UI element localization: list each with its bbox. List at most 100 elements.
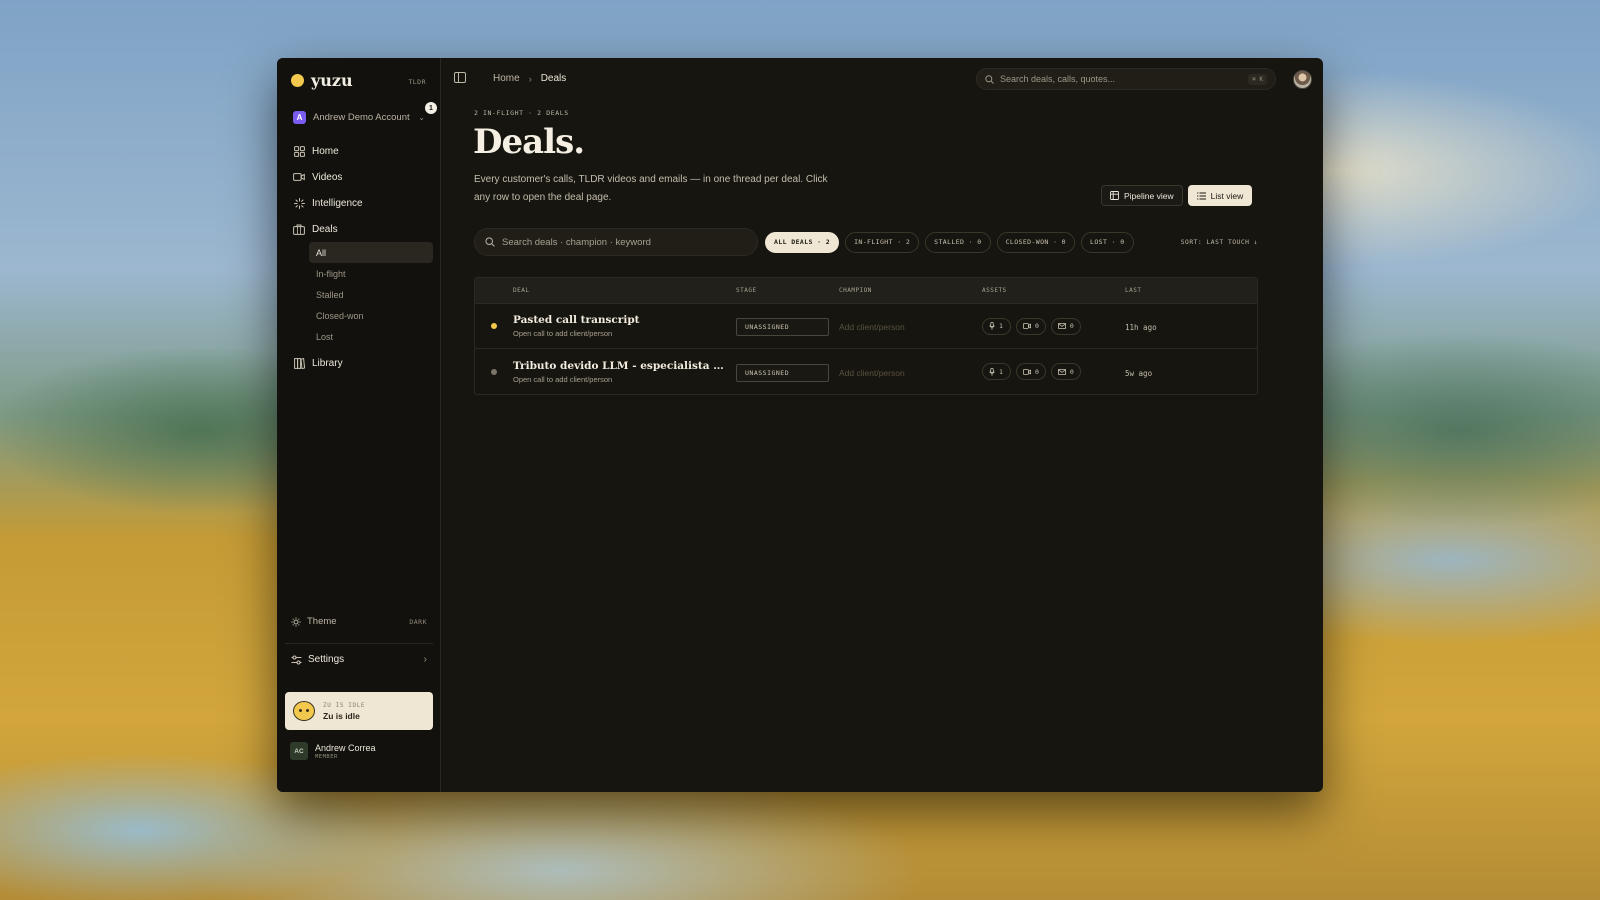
search-shortcut: ⌘ K (1248, 73, 1267, 85)
add-champion-link[interactable]: Add client/person (839, 368, 905, 378)
column-header-assets[interactable]: ASSETS (982, 287, 1125, 294)
champion-cell: Add client/person (839, 317, 982, 335)
chevron-right-icon: › (423, 654, 427, 665)
stage-cell: UNASSIGNED (736, 362, 839, 382)
champion-cell: Add client/person (839, 363, 982, 381)
brand-tag: TLDR (408, 78, 426, 86)
sidebar-item-label: Home (312, 145, 339, 157)
sidebar-item-label: Library (312, 357, 343, 369)
assets-cell: 1 0 0 (982, 317, 1125, 335)
status-cell (475, 323, 513, 329)
sidebar: yuzu TLDR A Andrew Demo Account ⌄ 1 Home… (277, 58, 441, 792)
account-name: Andrew Demo Account (313, 111, 410, 123)
filter-chip-stalled[interactable]: STALLED · 0 (925, 231, 991, 253)
subnav-item-stalled[interactable]: Stalled (309, 284, 433, 305)
filter-chip-all-deals[interactable]: ALL DEALS · 2 (765, 231, 840, 253)
sidebar-divider (285, 643, 433, 644)
subnav-item-all[interactable]: All (309, 242, 433, 263)
profile-avatar[interactable] (1293, 70, 1312, 89)
column-header-champion[interactable]: CHAMPION (839, 287, 982, 294)
microphone-icon (989, 367, 995, 376)
mail-icon (1057, 368, 1066, 375)
filter-chip-lost[interactable]: LOST · 0 (1081, 231, 1134, 253)
search-icon (485, 237, 495, 247)
stage-badge[interactable]: UNASSIGNED (736, 363, 829, 382)
breadcrumb: Home › Deals (493, 73, 566, 84)
breadcrumb-deals: Deals (540, 73, 567, 84)
subnav-item-lost[interactable]: Lost (309, 326, 433, 347)
sidebar-toggle-icon[interactable] (454, 72, 466, 83)
theme-value: DARK (409, 617, 427, 626)
deal-search[interactable] (474, 228, 758, 256)
sidebar-item-videos[interactable]: Videos (285, 164, 433, 190)
page-kicker: 2 IN-FLIGHT · 2 DEALS (474, 109, 569, 117)
microphone-icon (989, 322, 995, 330)
page-title: Deals. (473, 122, 585, 162)
brand-logo[interactable]: yuzu (291, 71, 353, 90)
deal-search-input[interactable] (502, 236, 747, 248)
settings-button[interactable]: Settings › (291, 654, 427, 665)
brand-name: yuzu (311, 71, 353, 90)
global-search[interactable]: ⌘ K (976, 68, 1276, 90)
user-profile[interactable]: AC Andrew Correa MEMBER (290, 742, 376, 760)
subnav-item-in-flight[interactable]: In-flight (309, 263, 433, 284)
calls-count-pill[interactable]: 1 (982, 363, 1011, 380)
calls-count: 1 (999, 322, 1003, 330)
filter-chip-in-flight[interactable]: IN-FLIGHT · 2 (845, 231, 920, 253)
deals-table: DEAL STAGE CHAMPION ASSETS LAST Pasted c… (474, 277, 1258, 395)
sort-dropdown[interactable]: SORT: LAST TOUCH ↓ (1181, 239, 1258, 246)
breadcrumb-home[interactable]: Home (493, 73, 520, 84)
emails-count-pill[interactable]: 0 (1050, 317, 1081, 335)
mail-icon (1057, 323, 1066, 329)
assets-cell: 1 0 0 (982, 363, 1125, 380)
deal-title[interactable]: Pasted call transcript (513, 314, 730, 326)
assistant-status-card[interactable]: ZU IS IDLE Zu is idle (285, 692, 433, 730)
deal-cell: Tributo devido LLM - especialista deci..… (513, 360, 736, 384)
user-role: MEMBER (315, 753, 338, 760)
videos-count-pill[interactable]: 0 (1016, 363, 1046, 380)
chevron-down-icon: ⌄ (418, 112, 425, 122)
stage-cell: UNASSIGNED (736, 316, 839, 336)
column-header-deal[interactable]: DEAL (513, 287, 736, 294)
column-header-last[interactable]: LAST (1125, 287, 1257, 294)
stage-badge[interactable]: UNASSIGNED (736, 318, 829, 336)
deal-cell: Pasted call transcript Open call to add … (513, 314, 736, 338)
sun-icon (291, 616, 301, 627)
list-view-label: List view (1210, 190, 1244, 201)
subnav-item-closed-won[interactable]: Closed-won (309, 305, 433, 326)
filter-chip-closed-won[interactable]: CLOSED-WON · 0 (996, 231, 1075, 253)
emails-count: 0 (1069, 322, 1074, 330)
view-switcher: Pipeline view List view (1101, 185, 1253, 206)
table-row[interactable]: Pasted call transcript Open call to add … (475, 304, 1257, 349)
list-view-button[interactable]: List view (1187, 185, 1253, 206)
emails-count-pill[interactable]: 0 (1050, 363, 1081, 380)
sidebar-item-intelligence[interactable]: Intelligence (285, 190, 433, 216)
user-avatar: AC (290, 742, 308, 760)
global-search-input[interactable] (1000, 74, 1243, 84)
sidebar-item-home[interactable]: Home (285, 138, 433, 164)
deals-subnav: All In-flight Stalled Closed-won Lost (285, 242, 433, 347)
app-window: yuzu TLDR A Andrew Demo Account ⌄ 1 Home… (277, 58, 1323, 792)
zu-mascot-icon (293, 701, 315, 721)
emails-count: 0 (1069, 367, 1074, 376)
user-name: Andrew Correa (315, 742, 376, 753)
account-switcher[interactable]: A Andrew Demo Account ⌄ (285, 105, 433, 129)
add-champion-link[interactable]: Add client/person (839, 322, 905, 332)
sidebar-item-deals[interactable]: Deals (285, 216, 433, 242)
calls-count: 1 (999, 367, 1003, 376)
pipeline-view-button[interactable]: Pipeline view (1101, 185, 1183, 206)
theme-toggle[interactable]: Theme DARK (291, 616, 427, 627)
deal-title[interactable]: Tributo devido LLM - especialista deci..… (513, 360, 730, 372)
column-header-stage[interactable]: STAGE (736, 287, 839, 294)
sidebar-nav: Home Videos Intelligence Deals All In-fl… (285, 138, 433, 376)
sliders-icon (291, 655, 302, 665)
video-icon (1023, 368, 1031, 375)
status-cell (475, 368, 513, 375)
videos-count-pill[interactable]: 0 (1016, 317, 1046, 335)
calls-count-pill[interactable]: 1 (982, 317, 1011, 335)
table-row[interactable]: Tributo devido LLM - especialista deci..… (475, 349, 1257, 394)
videos-count: 0 (1035, 367, 1039, 376)
notification-badge[interactable]: 1 (425, 102, 437, 114)
sidebar-item-library[interactable]: Library (285, 350, 433, 376)
library-icon (293, 357, 305, 369)
